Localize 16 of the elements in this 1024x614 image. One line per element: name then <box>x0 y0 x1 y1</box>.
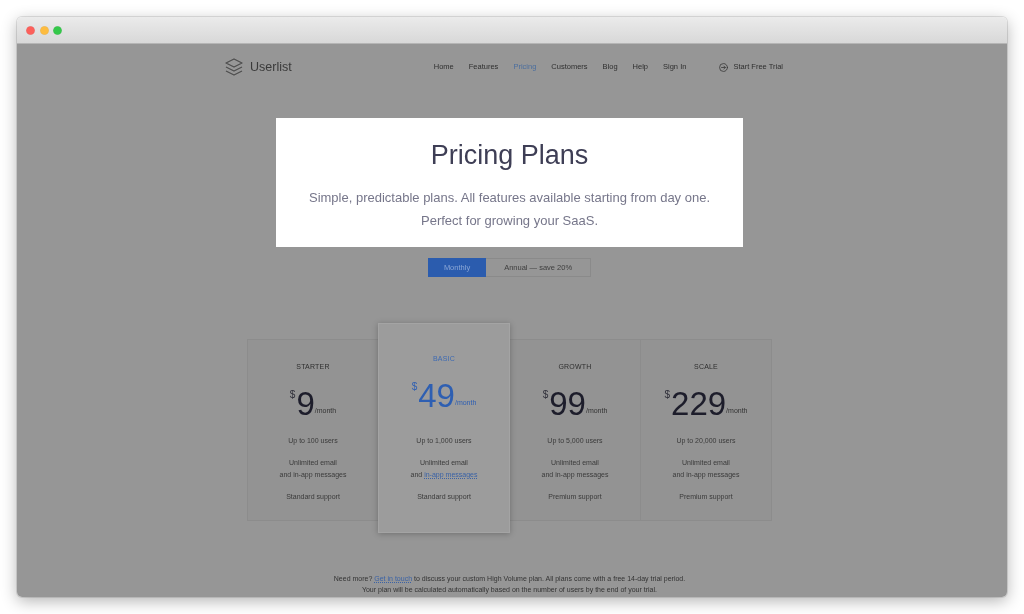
currency-symbol: $ <box>664 389 671 401</box>
plan-price: 9 <box>296 387 315 421</box>
currency-symbol: $ <box>411 381 418 393</box>
layers-icon[interactable] <box>224 57 244 77</box>
page-subtitle: Simple, predictable plans. All features available starting from day one. Perfect for growing your SaaS. <box>307 189 712 230</box>
currency-symbol: $ <box>542 389 549 401</box>
page-title: Pricing Plans <box>429 139 590 171</box>
minimize-icon[interactable] <box>39 25 49 35</box>
close-icon[interactable] <box>26 25 35 35</box>
arrow-circle-icon <box>719 62 729 72</box>
plan-price: 49 <box>418 379 455 413</box>
plan-price: 99 <box>549 387 586 421</box>
currency-symbol: $ <box>289 389 296 401</box>
maximize-icon[interactable] <box>53 25 62 35</box>
plan-price: 229 <box>671 387 727 421</box>
brand-name[interactable]: Userlist <box>250 60 292 74</box>
